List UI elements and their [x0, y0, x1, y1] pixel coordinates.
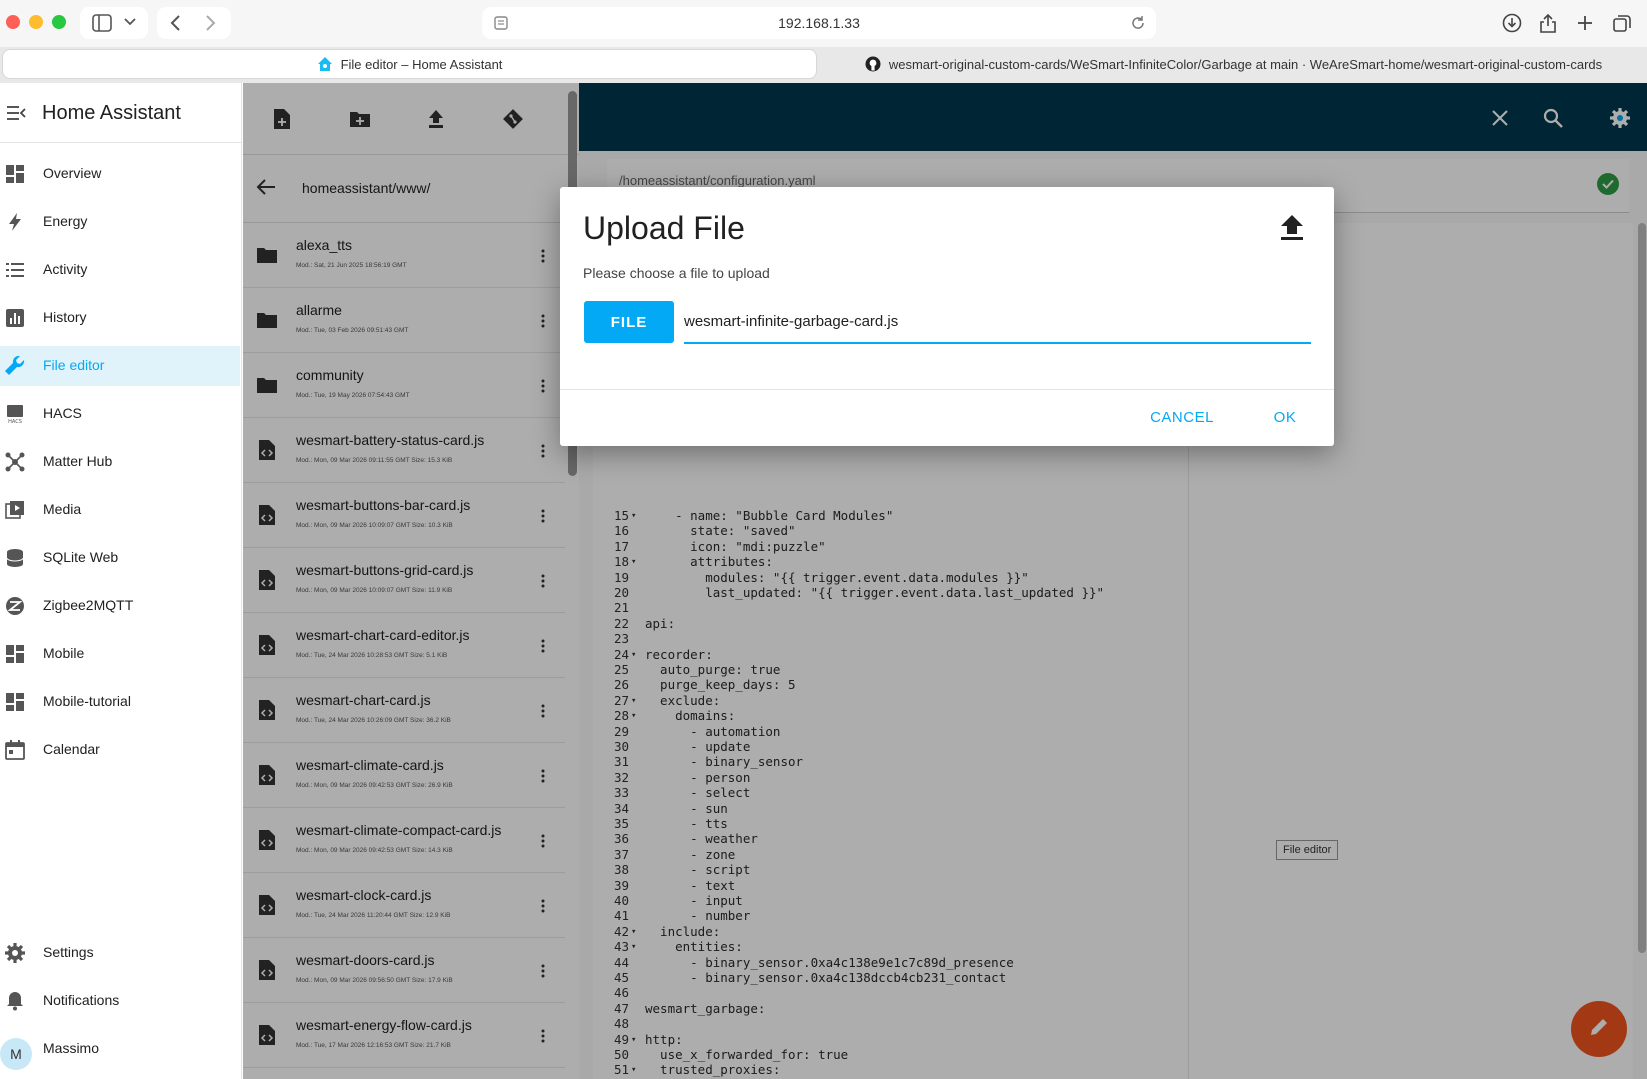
chart-icon [4, 307, 26, 329]
sidebar-item-label: SQLite Web [43, 549, 119, 565]
sidebar-item-label: Energy [43, 213, 88, 229]
sidebar-item-label: Mobile-tutorial [43, 693, 131, 709]
sidebar-item-mobile-tutorial[interactable]: Mobile-tutorial [0, 682, 240, 722]
forward-arrow-icon[interactable] [205, 15, 217, 31]
sidebar-item-history[interactable]: History [0, 298, 240, 338]
sidebar-item-activity[interactable]: Activity [0, 250, 240, 290]
tab-github[interactable]: wesmart-original-custom-cards/WeSmart-In… [822, 49, 1645, 79]
app-title: Home Assistant [42, 102, 181, 124]
avatar: M [0, 1038, 32, 1070]
sidebar-item-label: Overview [43, 165, 102, 181]
sidebar-item-user[interactable]: M Massimo [0, 1029, 240, 1070]
dashboard-icon [4, 163, 26, 185]
media-icon [4, 499, 26, 521]
upload-icon [1278, 213, 1306, 243]
tab-title: wesmart-original-custom-cards/WeSmart-In… [888, 56, 1603, 72]
hacs-icon: HACS [4, 403, 26, 425]
zigbee-icon [4, 595, 26, 617]
dashboard-icon [4, 691, 26, 713]
sidebar-item-mobile[interactable]: Mobile [0, 634, 240, 674]
user-name: Massimo [43, 1040, 100, 1056]
lightning-icon [4, 211, 26, 233]
ha-sidebar: Home Assistant Overview Energy Activity … [0, 83, 242, 1079]
bell-icon [4, 990, 26, 1012]
wrench-icon [4, 355, 26, 377]
menu-icon[interactable] [6, 105, 26, 126]
sidebar-item-sqlite-web[interactable]: SQLite Web [0, 538, 240, 578]
sidebar-item-energy[interactable]: Energy [0, 202, 240, 242]
sidebar-toggle-icon[interactable] [92, 14, 112, 32]
browser-toolbar: 192.168.1.33 [0, 0, 1647, 47]
sidebar-item-label: HACS [43, 405, 82, 421]
svg-text:HACS: HACS [8, 419, 22, 425]
nav-buttons-group [157, 7, 231, 39]
github-icon [865, 56, 881, 72]
database-icon [4, 547, 26, 569]
choose-file-button[interactable]: FILE [584, 301, 674, 343]
sidebar-item-hacs[interactable]: HACS HACS [0, 394, 240, 434]
sidebar-item-settings[interactable]: Settings [0, 933, 240, 973]
sidebar-item-overview[interactable]: Overview [0, 154, 240, 194]
reload-icon[interactable] [1130, 15, 1146, 31]
file-name-value: wesmart-infinite-garbage-card.js [684, 313, 899, 330]
tab-overview-icon[interactable] [1612, 13, 1632, 33]
sidebar-item-label: Matter Hub [43, 453, 113, 469]
sidebar-item-label: Zigbee2MQTT [43, 597, 134, 613]
sidebar-item-label: File editor [43, 357, 105, 373]
file-name-field[interactable]: wesmart-infinite-garbage-card.js [684, 300, 1311, 344]
dialog-title: Upload File [583, 210, 745, 246]
new-tab-icon[interactable] [1576, 14, 1594, 32]
sidebar-item-matter-hub[interactable]: Matter Hub [0, 442, 240, 482]
gear-icon [4, 942, 26, 964]
calendar-icon [4, 739, 26, 761]
sidebar-item-label: Calendar [43, 741, 100, 757]
sidebar-item-label: Media [43, 501, 82, 517]
sidebar-toggle-group [80, 7, 148, 39]
sidebar-item-calendar[interactable]: Calendar [0, 730, 240, 770]
sidebar-item-label: History [43, 309, 87, 325]
ok-button[interactable]: OK [1260, 401, 1310, 433]
share-icon[interactable] [1539, 12, 1557, 34]
sidebar-item-notifications[interactable]: Notifications [0, 981, 240, 1021]
address-bar[interactable]: 192.168.1.33 [482, 7, 1156, 39]
home-assistant-icon [317, 56, 333, 72]
sidebar-item-label: Mobile [43, 645, 85, 661]
tab-bar: File editor – Home Assistant wesmart-ori… [0, 47, 1647, 83]
hub-icon [4, 451, 26, 473]
close-window-button[interactable] [6, 15, 20, 29]
chevron-down-icon[interactable] [124, 17, 136, 27]
sidebar-item-media[interactable]: Media [0, 490, 240, 530]
sidebar-item-file-editor[interactable]: File editor [0, 346, 240, 386]
tab-file-editor[interactable]: File editor – Home Assistant [2, 49, 817, 79]
zoom-window-button[interactable] [52, 15, 66, 29]
upload-file-dialog: Upload File Please choose a file to uplo… [560, 187, 1334, 446]
sidebar-item-label: Settings [43, 944, 94, 960]
tab-title: File editor – Home Assistant [340, 56, 503, 72]
dialog-subtitle: Please choose a file to upload [583, 265, 770, 281]
minimize-window-button[interactable] [29, 15, 43, 29]
list-icon [4, 259, 26, 281]
sidebar-header: Home Assistant [0, 83, 242, 143]
cancel-button[interactable]: CANCEL [1144, 401, 1220, 433]
sidebar-item-label: Activity [43, 261, 88, 277]
back-arrow-icon[interactable] [169, 15, 181, 31]
dialog-divider [560, 389, 1334, 390]
sidebar-item-label: Notifications [43, 992, 120, 1008]
screen: 192.168.1.33 File editor – Home Assistan… [0, 0, 1647, 1079]
downloads-icon[interactable] [1502, 13, 1522, 33]
dashboard-icon [4, 643, 26, 665]
sidebar-item-zigbee2mqtt[interactable]: Zigbee2MQTT [0, 586, 240, 626]
url-text: 192.168.1.33 [778, 15, 860, 31]
